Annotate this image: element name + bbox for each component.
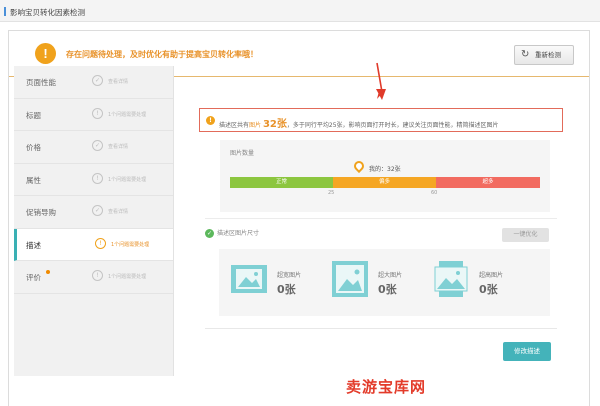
image-size-item-tall: 超高图片 0张 (433, 259, 543, 309)
segment-label: 偏多 (378, 179, 390, 185)
wide-image-icon (231, 265, 267, 293)
segment-label: 超多 (482, 179, 494, 185)
image-size-label: 超高图片 (479, 272, 504, 279)
section-divider (205, 218, 557, 219)
segment-label: 正常 (275, 179, 287, 185)
segment-normal: 正常 (230, 177, 333, 188)
image-count-value: 32张 (262, 119, 287, 130)
segment-too-many: 超多 (436, 177, 540, 188)
info-prefix: 描述区共有 (219, 122, 250, 129)
image-count-panel: 图片数量 我的：32张 正常 偏多 超多 25 60 (220, 140, 550, 212)
location-pin-icon (351, 158, 367, 174)
tall-image-icon (434, 261, 468, 297)
one-click-optimize-button[interactable]: 一键优化 (502, 228, 549, 242)
info-text: 描述区共有图片 32张，多于同行平均25张，影响页面打开时长，建议关注页面性能，… (219, 115, 499, 130)
info-suffix: ，多于同行平均25张，影响页面打开时长，建议关注页面性能，精简描述区图片 (286, 122, 499, 129)
tick-label: 60 (431, 190, 438, 196)
image-size-heading: ✓ 描述区图片尺寸 (205, 228, 259, 238)
image-count-heading: 图片数量 (230, 150, 255, 157)
image-size-item-wide: 超宽图片 0张 (231, 259, 341, 309)
my-count: 我的：32张 (369, 164, 401, 173)
large-image-icon (332, 261, 368, 297)
image-size-count: 0张 (479, 283, 498, 296)
image-size-heading-text: 描述区图片尺寸 (217, 230, 260, 237)
check-icon: ✓ (205, 229, 214, 238)
tick-label: 25 (328, 190, 335, 196)
image-size-item-large: 超大图片 0张 (332, 259, 442, 309)
image-size-panel: 超宽图片 0张 超大图片 0张 超高图片 0张 (219, 249, 550, 316)
image-size-count: 0张 (277, 283, 296, 296)
watermark: 卖游宝库网 (346, 378, 427, 396)
warning-icon: ! (206, 116, 215, 125)
edit-description-button[interactable]: 修改描述 (503, 342, 551, 361)
info-highlight: 图片 (249, 122, 262, 129)
my-count-label: 我的： (369, 166, 388, 173)
image-size-label: 超大图片 (378, 272, 403, 279)
image-size-label: 超宽图片 (277, 272, 302, 279)
description-info-box: ! 描述区共有图片 32张，多于同行平均25张，影响页面打开时长，建议关注页面性… (199, 108, 563, 132)
my-count-value: 32张 (387, 166, 401, 173)
section-divider (205, 328, 557, 329)
segment-many: 偏多 (333, 177, 436, 188)
image-size-count: 0张 (378, 283, 397, 296)
